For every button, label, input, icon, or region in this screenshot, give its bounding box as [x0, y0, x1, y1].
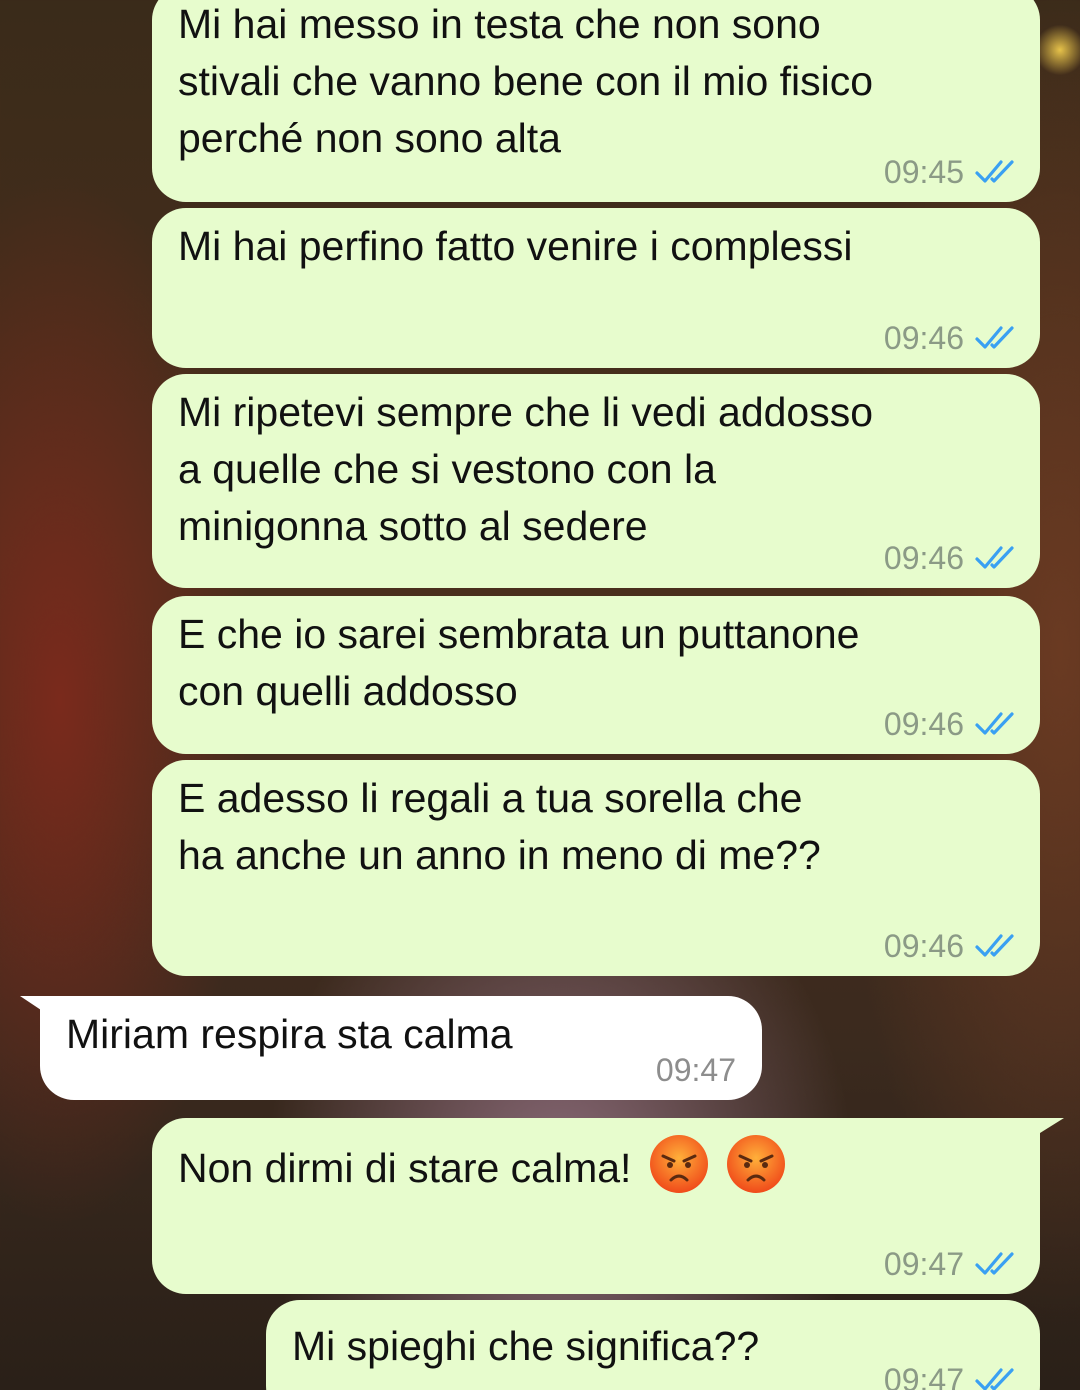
message-meta: 09:47	[884, 1360, 1016, 1390]
angry-face-emoji	[727, 1135, 786, 1193]
message-time: 09:46	[883, 928, 964, 964]
double-check-read-icon	[975, 934, 1014, 957]
message-meta: 09:46	[884, 538, 1016, 578]
message-meta: 09:46	[884, 318, 1016, 358]
message-text-line: Mi ripetevi sempre che li vedi addosso	[178, 389, 874, 435]
message-text: Non dirmi di stare calma!	[178, 1128, 1014, 1197]
message-text-line: E adesso li regali a tua sorella che	[178, 775, 803, 821]
double-check-read-icon	[975, 326, 1014, 349]
incoming-message-bubble[interactable]: Miriam respira sta calma 09:47	[40, 996, 762, 1100]
outgoing-message-bubble[interactable]: Mi hai perfino fatto venire i complessi …	[152, 208, 1040, 368]
outgoing-message-bubble[interactable]: Mi spieghi che significa?? 09:47	[266, 1300, 1040, 1390]
message-time: 09:45	[883, 154, 964, 190]
outgoing-message-bubble[interactable]: Mi ripetevi sempre che li vedi addosso a…	[152, 374, 1040, 588]
message-time: 09:47	[883, 1246, 964, 1282]
angry-face-emoji	[649, 1135, 708, 1193]
message-time: 09:47	[883, 1362, 964, 1390]
message-text-line: ha anche un anno in meno di me??	[178, 832, 821, 878]
message-meta: 09:46	[884, 926, 1016, 966]
message-text-line: Mi hai messo in testa che non sono	[178, 1, 821, 47]
outgoing-message-bubble[interactable]: E adesso li regali a tua sorella che ha …	[152, 760, 1040, 976]
message-time: 09:46	[883, 540, 964, 576]
message-meta: 09:47	[884, 1244, 1016, 1284]
double-check-read-icon	[975, 1252, 1014, 1275]
wallpaper	[1040, 20, 1080, 80]
message-time: 09:47	[655, 1052, 736, 1088]
double-check-read-icon	[975, 712, 1014, 735]
outgoing-message-bubble[interactable]: E che io sarei sembrata un puttanone con…	[152, 596, 1040, 754]
double-check-read-icon	[975, 160, 1014, 183]
message-text-line: Non dirmi di stare calma!	[178, 1145, 632, 1191]
message-text-line: stivali che vanno bene con il mio fisico	[178, 58, 874, 104]
message-time: 09:46	[883, 706, 964, 742]
message-meta: 09:47	[656, 1050, 736, 1090]
outgoing-message-bubble[interactable]: Mi hai messo in testa che non sono stiva…	[152, 0, 1040, 202]
message-text-line: Miriam respira sta calma	[66, 1011, 513, 1057]
message-text-line: E che io sarei sembrata un puttanone	[178, 611, 860, 657]
message-time: 09:46	[883, 320, 964, 356]
message-text-line: a quelle che si vestono con la	[178, 446, 716, 492]
message-text-line: Mi hai perfino fatto venire i complessi	[178, 223, 853, 269]
message-meta: 09:45	[884, 152, 1016, 192]
double-check-read-icon	[975, 546, 1014, 569]
message-meta: 09:46	[884, 704, 1016, 744]
double-check-read-icon	[975, 1368, 1014, 1390]
outgoing-message-bubble[interactable]: Non dirmi di stare calma! 09:47	[152, 1118, 1040, 1294]
